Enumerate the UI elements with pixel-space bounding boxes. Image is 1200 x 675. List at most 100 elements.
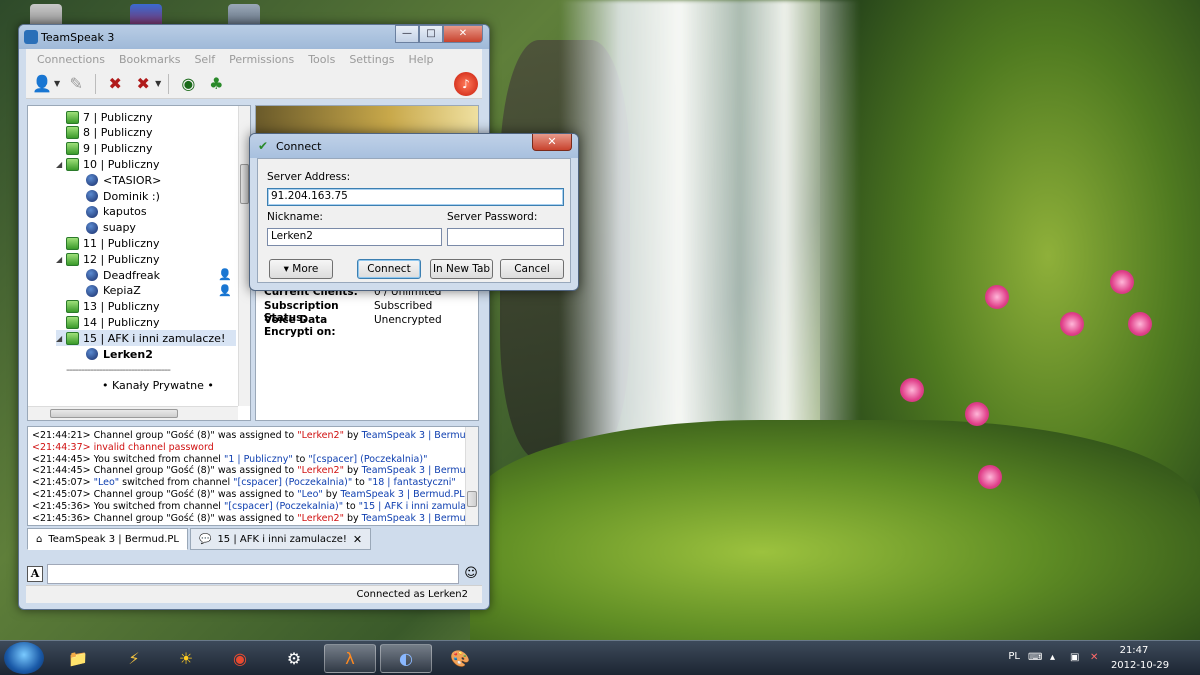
tree-user[interactable]: Dominik :): [86, 188, 160, 204]
sun-icon[interactable]: ☀: [160, 644, 212, 673]
minimize-button[interactable]: —: [395, 25, 419, 43]
speakers-dropdown-icon[interactable]: ▼: [155, 79, 161, 88]
chrome-icon[interactable]: ◉: [214, 644, 266, 673]
dialog-close-button[interactable]: ✕: [532, 134, 572, 151]
log-segment[interactable]: "[cspacer] (Poczekalnia)": [224, 501, 343, 512]
language-indicator[interactable]: PL: [1008, 651, 1020, 662]
log-segment: to: [343, 500, 359, 512]
channel-icon: [66, 300, 79, 314]
log-segment[interactable]: TeamSpeak 3 | Bermud.PL: [362, 430, 478, 441]
tree-spacer[interactable]: • Kanały Prywatne •: [102, 378, 214, 394]
server-password-input[interactable]: [447, 228, 564, 246]
log-segment[interactable]: TeamSpeak 3 | Bermud.PL: [340, 489, 464, 500]
log-segment[interactable]: "15 | AFK i inni zamulacze!": [359, 501, 478, 512]
in-new-tab-button[interactable]: In New Tab: [430, 259, 493, 279]
server-address-input[interactable]: 91.204.163.75: [267, 188, 564, 206]
channel-icon: [66, 126, 79, 140]
tree-spacer[interactable]: -----------------------------------: [66, 362, 171, 378]
expand-arrow-icon[interactable]: ◢: [56, 160, 66, 169]
chat-input-bar: A ☺: [27, 563, 479, 585]
log-segment[interactable]: "[cspacer] (Poczekalnia)": [233, 477, 352, 488]
log-segment[interactable]: TeamSpeak 3 | Bermud.PL: [362, 513, 478, 524]
expand-arrow-icon[interactable]: ◢: [56, 255, 66, 264]
tree-channel[interactable]: 11 | Publiczny: [56, 235, 160, 251]
log-scrollbar[interactable]: [465, 427, 478, 525]
log-segment: by: [343, 512, 362, 524]
log-segment[interactable]: "18 | fantastyczni": [368, 477, 456, 488]
wallpaper-flower: [1128, 312, 1152, 336]
emoji-icon[interactable]: ☺: [463, 566, 479, 582]
channel-icon: [66, 236, 79, 250]
mute-speakers-icon[interactable]: ✖: [131, 72, 155, 96]
connect-button[interactable]: Connect: [357, 259, 421, 279]
tree-channel[interactable]: 13 | Publiczny: [56, 299, 160, 315]
disconnect-icon[interactable]: ✎: [64, 72, 88, 96]
tree-horizontal-scrollbar[interactable]: [28, 406, 238, 420]
tree-channel[interactable]: ◢ 12 | Publiczny: [56, 251, 160, 267]
tree-user[interactable]: Lerken2: [86, 346, 153, 362]
log-segment: <21:45:36> You switched from channel: [32, 500, 224, 512]
log-segment: <21:44:37> invalid channel password: [32, 441, 214, 453]
start-button[interactable]: [4, 642, 44, 674]
tab-server[interactable]: ⌂ TeamSpeak 3 | Bermud.PL: [27, 528, 188, 550]
tree-channel[interactable]: 7 | Publiczny: [56, 109, 153, 125]
tree-user[interactable]: <TASIOR>: [86, 172, 161, 188]
steam-icon[interactable]: ⚙: [268, 644, 320, 673]
clock-date[interactable]: 2012-10-29: [1100, 660, 1180, 671]
log-segment[interactable]: "[cspacer] (Poczekalnia)": [308, 454, 427, 465]
tree-channel[interactable]: 14 | Publiczny: [56, 314, 160, 330]
dialog-titlebar[interactable]: ✔ Connect: [250, 134, 578, 158]
menu-self[interactable]: Self: [187, 53, 222, 66]
tree-user[interactable]: kaputos: [86, 204, 147, 220]
menu-connections[interactable]: Connections: [30, 53, 112, 66]
whisper-icon[interactable]: ♣: [204, 72, 228, 96]
keyboard-icon[interactable]: ⌨: [1028, 652, 1042, 664]
expand-arrow-icon[interactable]: ◢: [56, 334, 66, 343]
menu-permissions[interactable]: Permissions: [222, 53, 301, 66]
log-segment[interactable]: "Leo": [94, 477, 120, 488]
log-segment[interactable]: "Leo": [297, 489, 323, 500]
close-tab-icon[interactable]: ✕: [353, 533, 362, 546]
log-segment[interactable]: "1 | Publiczny": [224, 454, 293, 465]
tree-user[interactable]: Deadfreak: [86, 267, 160, 283]
tree-channel[interactable]: 8 | Publiczny: [56, 125, 153, 141]
log-segment[interactable]: TeamSpeak 3 | Bermud.PL: [362, 465, 478, 476]
scrollbar-thumb[interactable]: [50, 409, 178, 418]
log-line: <21:45:36> You switched from channel "[c…: [32, 500, 478, 512]
away-icon[interactable]: ◉: [176, 72, 200, 96]
channel-tree[interactable]: 7 | Publiczny 8 | Publiczny 9 | Publiczny ◢…: [27, 105, 251, 421]
clock-time[interactable]: 21:47: [1104, 645, 1164, 656]
scrollbar-thumb[interactable]: [467, 491, 477, 507]
tree-user[interactable]: KepiaZ: [86, 283, 141, 299]
cancel-button[interactable]: Cancel: [500, 259, 564, 279]
menu-settings[interactable]: Settings: [342, 53, 401, 66]
format-text-button[interactable]: A: [27, 566, 43, 582]
mute-microphone-icon[interactable]: ✖: [103, 72, 127, 96]
scrollbar-thumb[interactable]: [240, 164, 249, 204]
teamspeak-logo-icon[interactable]: ♪: [454, 72, 478, 96]
winamp-icon[interactable]: ⚡: [108, 644, 160, 673]
tree-user[interactable]: suapy: [86, 220, 136, 236]
menu-help[interactable]: Help: [401, 53, 440, 66]
network-icon[interactable]: ▣: [1070, 652, 1082, 664]
half-life-icon[interactable]: λ: [324, 644, 376, 673]
maximize-button[interactable]: □: [419, 25, 443, 43]
teamspeak-icon[interactable]: ◐: [380, 644, 432, 673]
explorer-icon[interactable]: 📁: [52, 644, 104, 673]
tree-channel[interactable]: 9 | Publiczny: [56, 141, 153, 157]
close-button[interactable]: ✕: [443, 25, 483, 43]
connect-dropdown-icon[interactable]: ▼: [54, 79, 60, 88]
group-badge-icon: 👤: [218, 283, 232, 297]
menu-bookmarks[interactable]: Bookmarks: [112, 53, 187, 66]
tab-channel[interactable]: 💬 15 | AFK i inni zamulacze! ✕: [189, 528, 372, 550]
connect-icon[interactable]: 👤: [30, 72, 54, 96]
window-titlebar[interactable]: TeamSpeak 3 — □ ✕: [19, 25, 489, 49]
menu-tools[interactable]: Tools: [301, 53, 342, 66]
chat-input[interactable]: [47, 564, 459, 584]
tree-channel[interactable]: ◢ 15 | AFK i inni zamulacze!: [56, 330, 236, 347]
more-button[interactable]: ▾ More: [269, 259, 333, 279]
nickname-input[interactable]: Lerken2: [267, 228, 442, 246]
paint-icon[interactable]: 🎨: [434, 644, 486, 673]
show-hidden-icons-icon[interactable]: ▴: [1050, 652, 1062, 664]
tree-channel[interactable]: ◢ 10 | Publiczny: [56, 156, 160, 172]
